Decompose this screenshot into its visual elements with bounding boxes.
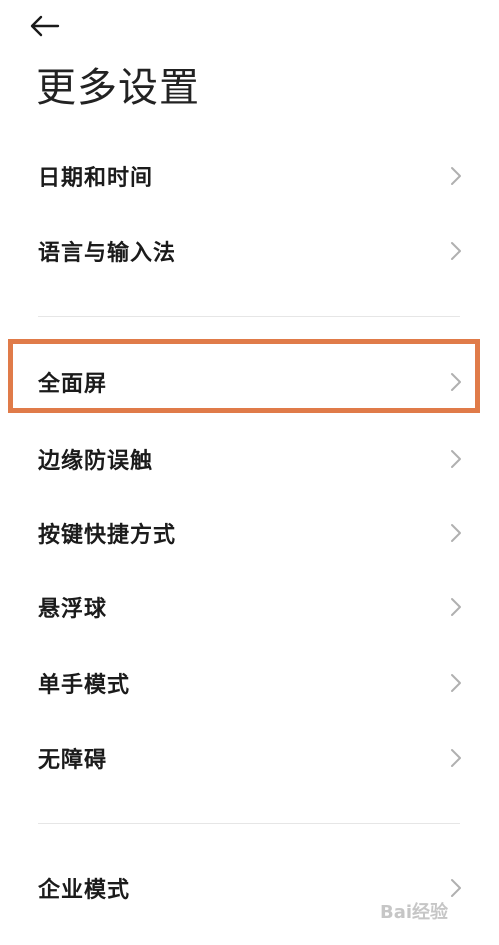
chevron-right-icon [451, 167, 461, 185]
section-divider [38, 316, 460, 317]
chevron-right-icon [451, 450, 461, 468]
chevron-right-icon [451, 373, 461, 391]
settings-item-button-shortcuts[interactable]: 按键快捷方式 [0, 503, 499, 563]
settings-item-edge-touch[interactable]: 边缘防误触 [0, 429, 499, 489]
page-title: 更多设置 [36, 65, 200, 111]
chevron-right-icon [451, 749, 461, 767]
chevron-right-icon [451, 879, 461, 897]
settings-item-label: 无障碍 [38, 748, 108, 773]
chevron-right-icon [451, 674, 461, 692]
settings-item-label: 企业模式 [38, 878, 131, 903]
settings-item-date-time[interactable]: 日期和时间 [0, 146, 499, 206]
chevron-right-icon [451, 524, 461, 542]
settings-item-full-screen[interactable]: 全面屏 [0, 352, 499, 412]
back-button[interactable] [30, 8, 78, 44]
settings-item-accessibility[interactable]: 无障碍 [0, 728, 499, 788]
settings-item-one-handed-mode[interactable]: 单手模式 [0, 653, 499, 713]
settings-item-floating-ball[interactable]: 悬浮球 [0, 577, 499, 637]
settings-item-label: 全面屏 [38, 372, 108, 397]
settings-item-label: 按键快捷方式 [38, 523, 177, 548]
chevron-right-icon [451, 598, 461, 616]
chevron-right-icon [451, 242, 461, 260]
settings-item-label: 悬浮球 [38, 597, 108, 622]
watermark: Bai经验 [380, 902, 449, 923]
arrow-left-icon [30, 15, 60, 37]
settings-item-language-input[interactable]: 语言与输入法 [0, 221, 499, 281]
settings-item-label: 语言与输入法 [38, 241, 177, 266]
section-divider [38, 823, 460, 824]
settings-item-label: 边缘防误触 [38, 449, 154, 474]
settings-item-label: 单手模式 [38, 673, 131, 698]
settings-item-label: 日期和时间 [38, 166, 154, 191]
